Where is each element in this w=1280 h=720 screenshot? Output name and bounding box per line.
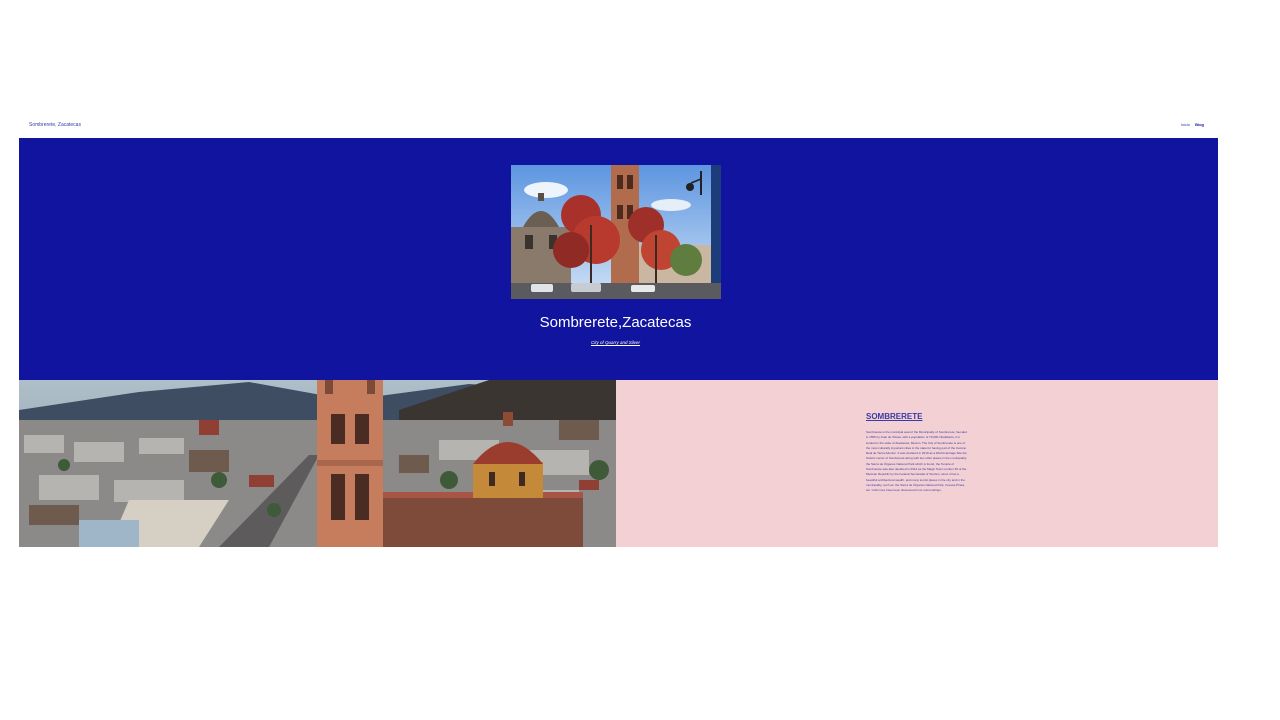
hero-banner: Sombrerete,Zacatecas City of Quarry and … — [19, 138, 1218, 380]
city-aerial-photo — [19, 380, 616, 547]
nav-link-blog[interactable]: Blog — [1195, 122, 1204, 127]
site-title[interactable]: Sombrerete, Zacatecas — [29, 122, 81, 128]
info-panel: SOMBRERETE Sombrerete is the municipal s… — [616, 380, 1218, 547]
info-heading: SOMBRERETE — [866, 412, 923, 421]
info-body-text: Sombrerete is the municipal seat of the … — [866, 430, 968, 493]
top-nav: Sombrerete, Zacatecas Inicio Blog — [19, 118, 1218, 138]
hero-title: Sombrerete,Zacatecas — [539, 314, 692, 331]
nav-link-inicio[interactable]: Inicio — [1181, 122, 1190, 127]
hero-photo — [511, 165, 721, 299]
nav-links: Inicio Blog — [1181, 122, 1204, 127]
hero-subtitle-link[interactable]: City of Quarry and Silver — [19, 340, 1212, 345]
page: Sombrerete, Zacatecas Inicio Blog Sombre… — [0, 0, 1280, 720]
